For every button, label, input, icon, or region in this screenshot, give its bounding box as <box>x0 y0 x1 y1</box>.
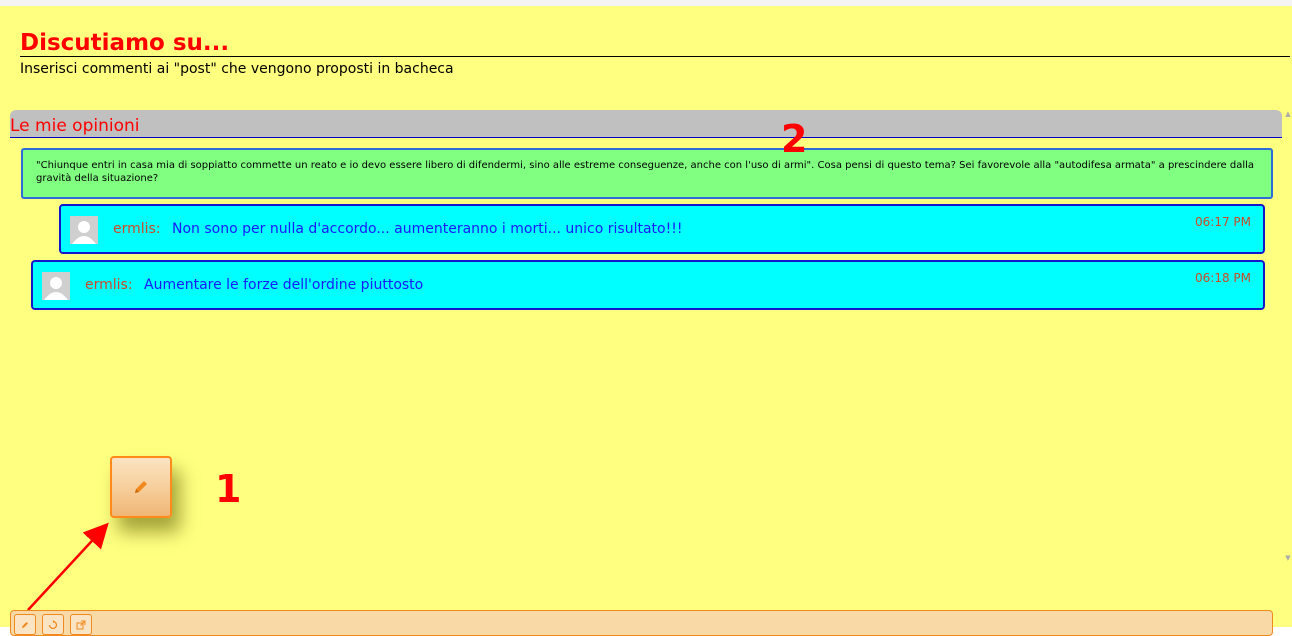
open-external-button[interactable] <box>70 614 92 635</box>
annotation-arrow <box>27 522 109 611</box>
pencil-icon <box>22 621 28 628</box>
external-link-icon <box>76 620 86 629</box>
edit-button[interactable] <box>14 614 36 635</box>
refresh-icon <box>48 619 58 629</box>
page: ▲ ▼ Discutiamo su... Inserisci commenti … <box>0 0 1292 636</box>
refresh-button[interactable] <box>42 614 64 635</box>
bottom-toolbar <box>10 610 1273 636</box>
